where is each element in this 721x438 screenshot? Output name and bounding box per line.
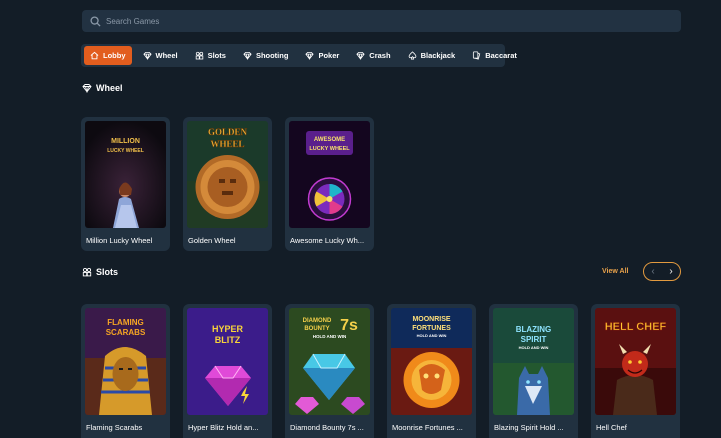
svg-text:HOLD AND WIN: HOLD AND WIN xyxy=(519,345,549,350)
svg-text:AWESOME: AWESOME xyxy=(314,137,345,143)
tab-label: Blackjack xyxy=(420,51,456,60)
diamond-icon xyxy=(305,51,315,60)
slots-pager: ‹ › xyxy=(643,262,681,281)
chevron-left-icon[interactable]: ‹ xyxy=(651,266,654,277)
cards-icon xyxy=(473,51,481,60)
tab-label: Shooting xyxy=(255,51,289,60)
game-thumbnail: MILLION LUCKY WHEEL xyxy=(85,121,166,228)
game-name: Diamond Bounty 7s ... xyxy=(290,423,364,432)
search-bar[interactable] xyxy=(82,10,681,32)
home-icon xyxy=(90,51,99,60)
search-input[interactable] xyxy=(106,16,666,26)
svg-text:DIAMOND: DIAMOND xyxy=(303,318,332,324)
search-icon xyxy=(90,15,101,27)
chevron-right-icon[interactable]: › xyxy=(669,266,672,277)
game-thumbnail: HYPER BLITZ xyxy=(187,308,268,415)
tab-blackjack[interactable]: Blackjack xyxy=(402,46,462,65)
svg-text:BOUNTY: BOUNTY xyxy=(304,326,329,332)
game-name: Million Lucky Wheel xyxy=(86,236,153,245)
tab-slots[interactable]: Slots xyxy=(189,46,232,65)
game-name: Hyper Blitz Hold an... xyxy=(188,423,259,432)
game-name: Blazing Spirit Hold ... xyxy=(494,423,564,432)
diamond-icon xyxy=(142,51,152,60)
game-card-moonrise-fortunes[interactable]: MOONRISE FORTUNES HOLD AND WIN Moonrise … xyxy=(387,304,476,438)
svg-text:WHEEL: WHEEL xyxy=(210,139,244,149)
tab-label: Baccarat xyxy=(485,51,517,60)
tab-lobby[interactable]: Lobby xyxy=(84,46,132,65)
tab-label: Wheel xyxy=(155,51,178,60)
game-thumbnail: FLAMING SCARABS xyxy=(85,308,166,415)
game-card-diamond-bounty-7s[interactable]: DIAMOND BOUNTY 7s HOLD AND WIN Diamond B… xyxy=(285,304,374,438)
slots-section-title: Slots xyxy=(82,267,118,277)
diamond-icon xyxy=(356,51,365,60)
svg-text:BLITZ: BLITZ xyxy=(215,335,241,345)
game-card-flaming-scarabs[interactable]: FLAMING SCARABS Flaming Scarabs xyxy=(81,304,170,438)
svg-text:MILLION: MILLION xyxy=(111,138,140,145)
svg-text:SCARABS: SCARABS xyxy=(106,328,146,337)
game-thumbnail: MOONRISE FORTUNES HOLD AND WIN xyxy=(391,308,472,415)
tab-label: Poker xyxy=(318,51,340,60)
tab-baccarat[interactable]: Baccarat xyxy=(466,46,523,65)
svg-text:LUCKY WHEEL: LUCKY WHEEL xyxy=(309,146,350,152)
game-card-awesome-lucky-wheel[interactable]: AWESOME LUCKY WHEEL Awesome Lucky Wh... xyxy=(285,117,374,251)
tab-label: Slots xyxy=(207,51,226,60)
svg-text:HYPER: HYPER xyxy=(212,324,244,334)
diamond-icon xyxy=(82,84,92,93)
game-card-golden-wheel[interactable]: GOLDEN WHEEL Golden Wheel xyxy=(183,117,272,251)
spade-icon xyxy=(408,51,416,60)
tab-poker[interactable]: Poker xyxy=(299,46,345,65)
game-card-blazing-spirit[interactable]: BLAZING SPIRIT HOLD AND WIN Blazing Spir… xyxy=(489,304,578,438)
game-name: Flaming Scarabs xyxy=(86,423,143,432)
tab-label: Crash xyxy=(369,51,391,60)
game-thumbnail: HELL CHEF xyxy=(595,308,676,415)
svg-text:7s: 7s xyxy=(340,317,358,334)
svg-text:HOLD AND WIN: HOLD AND WIN xyxy=(417,333,447,338)
tab-label: Lobby xyxy=(103,51,126,60)
game-card-million-lucky-wheel[interactable]: MILLION LUCKY WHEEL Million Lucky Wheel xyxy=(81,117,170,251)
svg-text:LUCKY WHEEL: LUCKY WHEEL xyxy=(107,148,144,154)
svg-text:MOONRISE: MOONRISE xyxy=(412,316,450,323)
tab-shooting[interactable]: Shooting xyxy=(237,46,295,65)
view-all-link[interactable]: View All xyxy=(602,268,628,275)
game-name: Hell Chef xyxy=(596,423,627,432)
tab-crash[interactable]: Crash xyxy=(350,46,396,65)
tab-wheel[interactable]: Wheel xyxy=(137,46,184,65)
svg-text:FLAMING: FLAMING xyxy=(107,318,143,327)
svg-text:BLAZING: BLAZING xyxy=(516,325,552,334)
slots-icon xyxy=(82,267,92,277)
game-thumbnail: GOLDEN WHEEL xyxy=(187,121,268,228)
game-thumbnail: BLAZING SPIRIT HOLD AND WIN xyxy=(493,308,574,415)
game-card-hell-chef[interactable]: HELL CHEF Hell Chef xyxy=(591,304,680,438)
slots-icon xyxy=(195,51,203,60)
svg-text:HOLD AND WIN: HOLD AND WIN xyxy=(313,334,347,339)
game-name: Golden Wheel xyxy=(188,236,236,245)
game-thumbnail: AWESOME LUCKY WHEEL xyxy=(289,121,370,228)
diamond-icon xyxy=(243,51,252,60)
game-name: Moonrise Fortunes ... xyxy=(392,423,463,432)
svg-text:FORTUNES: FORTUNES xyxy=(412,325,451,332)
svg-text:GOLDEN: GOLDEN xyxy=(208,127,248,137)
section-title-text: Wheel xyxy=(96,83,123,93)
game-thumbnail: DIAMOND BOUNTY 7s HOLD AND WIN xyxy=(289,308,370,415)
section-title-text: Slots xyxy=(96,267,119,277)
svg-text:HELL CHEF: HELL CHEF xyxy=(605,321,667,333)
category-tabs: Lobby Wheel Slots Shooting Poker Crash B… xyxy=(81,44,517,67)
wheel-section-title: Wheel xyxy=(82,83,123,93)
svg-text:SPIRIT: SPIRIT xyxy=(521,335,547,344)
game-name: Awesome Lucky Wh... xyxy=(290,236,365,245)
game-card-hyper-blitz[interactable]: HYPER BLITZ Hyper Blitz Hold an... xyxy=(183,304,272,438)
